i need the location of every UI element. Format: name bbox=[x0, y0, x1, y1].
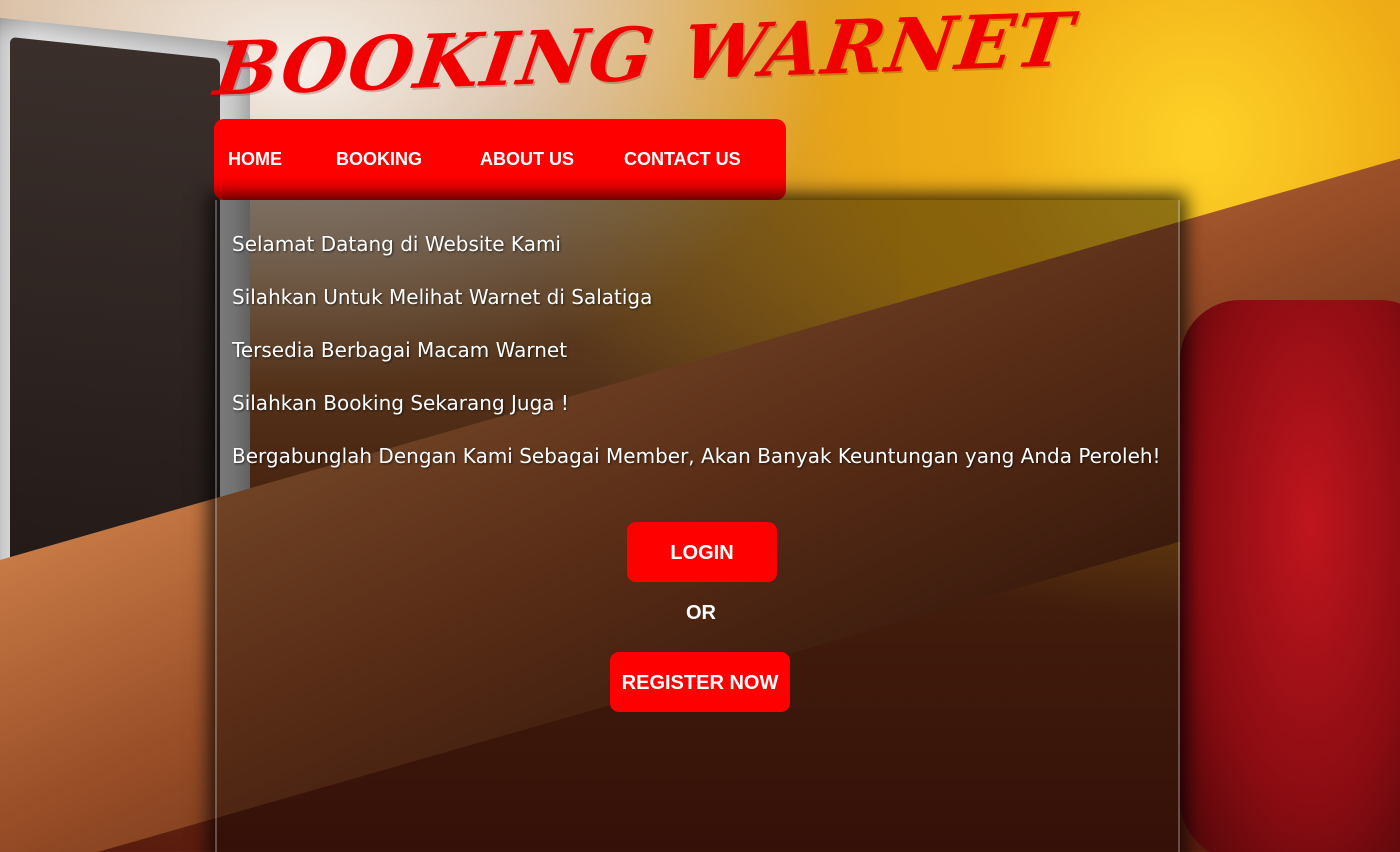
welcome-line-variety: Tersedia Berbagai Macam Warnet bbox=[232, 338, 568, 362]
or-separator: OR bbox=[686, 602, 716, 624]
nav-home-link[interactable]: HOME bbox=[228, 149, 282, 170]
login-button[interactable]: LOGIN bbox=[627, 522, 777, 582]
main-navbar: HOME BOOKING ABOUT US CONTACT US bbox=[214, 119, 786, 200]
nav-booking-link[interactable]: BOOKING bbox=[336, 149, 422, 170]
nav-contact-link[interactable]: CONTACT US bbox=[624, 149, 741, 170]
welcome-line-member: Bergabunglah Dengan Kami Sebagai Member,… bbox=[232, 444, 1161, 468]
welcome-line-salatiga: Silahkan Untuk Melihat Warnet di Salatig… bbox=[232, 285, 653, 309]
chairs-image bbox=[1180, 300, 1400, 852]
register-button[interactable]: REGISTER NOW bbox=[610, 652, 790, 712]
welcome-heading: Selamat Datang di Website Kami bbox=[232, 232, 561, 256]
nav-about-link[interactable]: ABOUT US bbox=[480, 149, 574, 170]
welcome-line-cta: Silahkan Booking Sekarang Juga ! bbox=[232, 391, 569, 415]
welcome-panel: Selamat Datang di Website Kami Silahkan … bbox=[215, 200, 1180, 852]
